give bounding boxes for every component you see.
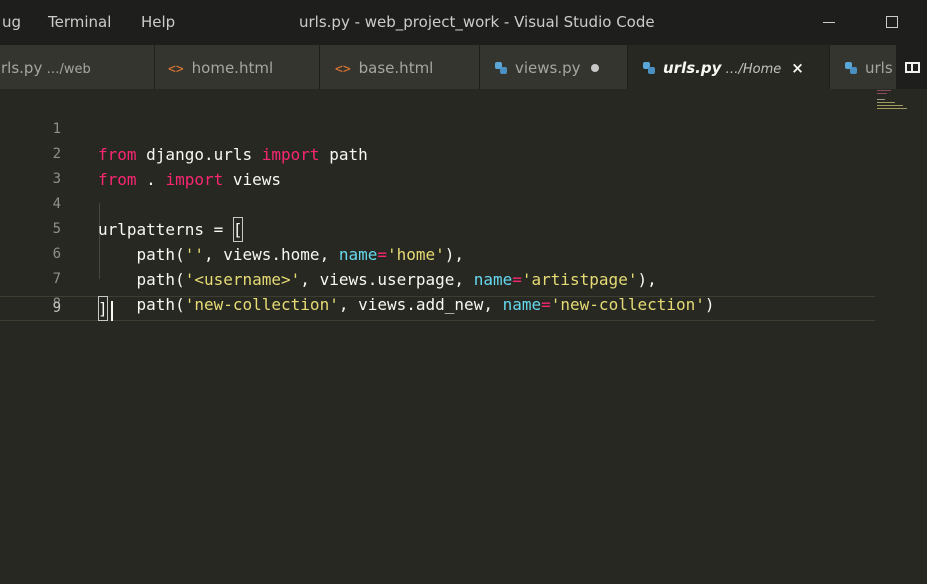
matched-bracket: ] (98, 296, 108, 321)
code-line: 4 urlpatterns = [ (0, 167, 875, 242)
minimize-button[interactable] (814, 8, 844, 36)
tab-base-html[interactable]: <> base.html (320, 45, 480, 89)
tab-urls-web[interactable]: rls.py …/web (0, 45, 155, 89)
tab-urls-other[interactable]: urls (830, 45, 897, 89)
python-file-icon (643, 62, 655, 74)
minimap-line (877, 108, 907, 109)
minimap-line (877, 90, 891, 91)
maximize-button[interactable] (877, 8, 907, 36)
code-editor[interactable]: 1 from django.urls import path 2 from . … (0, 89, 927, 584)
tab-label: views.py (515, 59, 581, 77)
html-file-icon: <> (168, 62, 184, 77)
menu-terminal[interactable]: Terminal (48, 13, 111, 31)
line-number: 9 (52, 300, 61, 316)
minimap-line (877, 99, 885, 100)
minimap-line (877, 93, 887, 94)
code-line: 2 from . import views (0, 117, 875, 189)
tab-label: urls (865, 59, 893, 77)
html-file-icon: <> (335, 62, 351, 77)
python-file-icon (495, 62, 507, 74)
minimap-line (877, 105, 903, 106)
code-line: 3 (0, 142, 875, 187)
minimap-line (877, 102, 895, 103)
tab-home-html[interactable]: <> home.html (155, 45, 320, 89)
tab-label: base.html (358, 59, 434, 77)
text-cursor (111, 301, 113, 321)
split-editor-button[interactable] (897, 45, 927, 89)
tab-bar: rls.py …/web <> home.html <> base.html vie… (0, 45, 927, 89)
python-file-icon (845, 62, 857, 74)
code-line: 7 path('new-collection', views.add_new, … (0, 242, 875, 314)
code-line: 1 from django.urls import path (0, 92, 875, 164)
tab-label: rls.py (1, 59, 43, 77)
tab-label: urls.py (663, 59, 722, 77)
tab-label: home.html (191, 59, 274, 77)
maximize-icon (886, 16, 898, 28)
split-editor-icon (905, 62, 920, 73)
tab-urls-home[interactable]: urls.py …/Home × (628, 45, 830, 89)
menu-debug[interactable]: ug (2, 13, 21, 31)
unsaved-dot-icon[interactable] (590, 64, 599, 72)
tab-path: …/web (42, 62, 91, 77)
code-line: 5 path('', views.home, name='home'), (0, 192, 875, 264)
current-code-line: 9 ] (0, 296, 875, 321)
vscode-window: ug Terminal Help urls.py - web_project_w… (0, 0, 927, 584)
window-title: urls.py - web_project_work - Visual Stud… (299, 13, 655, 31)
tab-views-py[interactable]: views.py (480, 45, 628, 89)
minimize-icon (823, 22, 835, 23)
code-line: 6 path('<username>', views.userpage, nam… (0, 217, 875, 289)
code-line: 8 (0, 267, 875, 312)
minimap[interactable] (875, 89, 927, 584)
close-tab-icon[interactable]: × (791, 59, 804, 77)
window-edge (927, 0, 933, 584)
title-bar: ug Terminal Help urls.py - web_project_w… (0, 0, 927, 45)
menu-help[interactable]: Help (141, 13, 175, 31)
tab-path: …/Home (721, 62, 782, 77)
